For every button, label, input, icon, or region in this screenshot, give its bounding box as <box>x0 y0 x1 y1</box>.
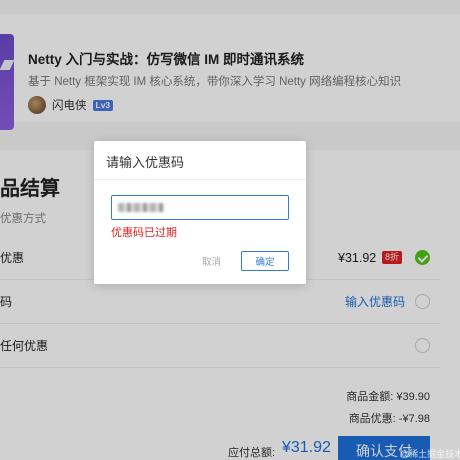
obscured-coupon-code <box>118 203 164 212</box>
confirm-button[interactable]: 确定 <box>241 251 289 271</box>
dialog-title: 请输入优惠码 <box>106 155 185 170</box>
coupon-dialog: 请输入优惠码 优惠码已过期 取消 确定 <box>94 141 306 284</box>
divider <box>94 179 306 180</box>
watermark: @稀土掘金技术社区 <box>400 449 460 459</box>
cancel-button[interactable]: 取消 <box>189 251 234 271</box>
error-message: 优惠码已过期 <box>111 227 177 239</box>
